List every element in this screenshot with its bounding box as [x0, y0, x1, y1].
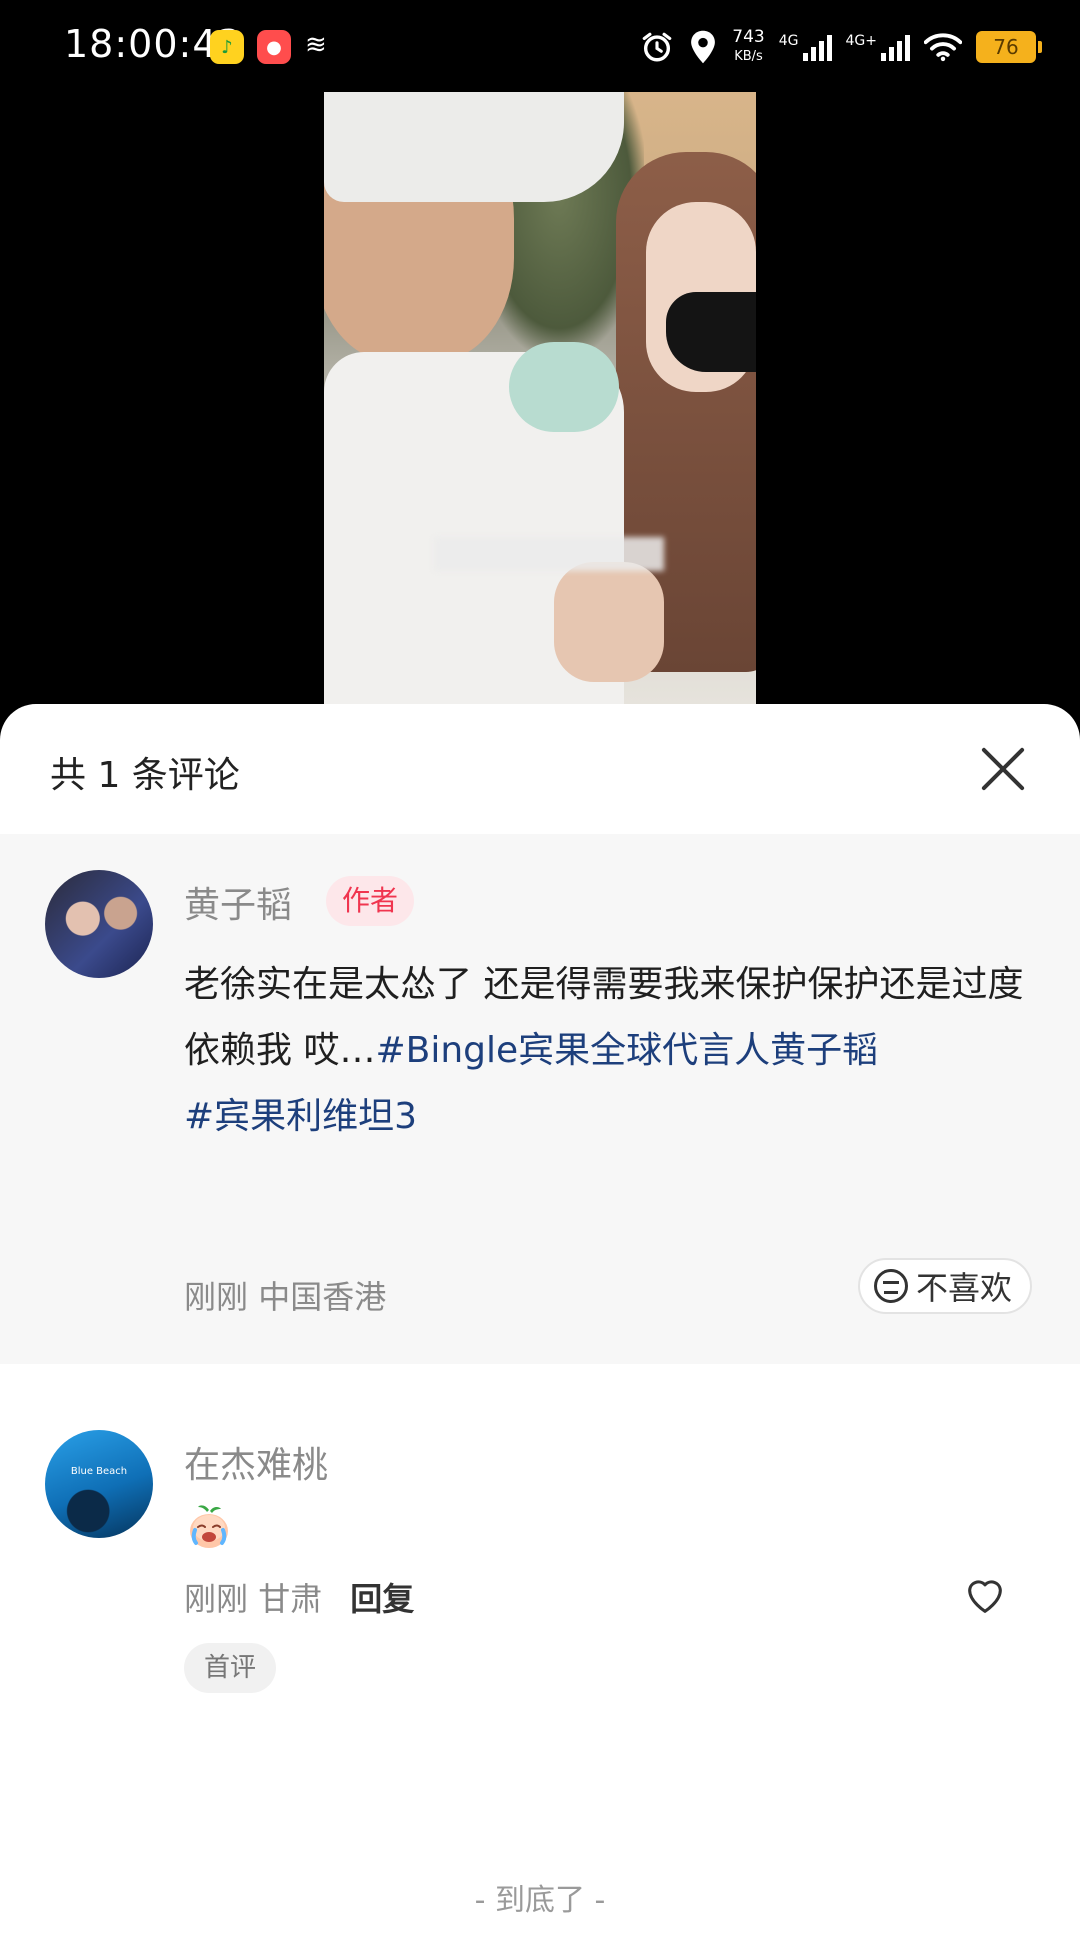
music-app-icon: ♪ — [210, 30, 244, 64]
neutral-face-icon — [873, 1269, 908, 1303]
network-speed: 743 KB/s — [732, 27, 764, 67]
comment-username[interactable]: 黄子韬 — [184, 876, 292, 928]
photo-cap — [324, 92, 624, 202]
hashtag-link[interactable]: #Bingle宾果全球代言人黄子韬 — [375, 1030, 878, 1071]
signal-bars-icon — [881, 33, 910, 61]
network-speed-unit: KB/s — [734, 49, 763, 64]
avatar-text: Blue Beach — [70, 1466, 128, 1477]
signal-bars-icon — [802, 33, 832, 61]
avatar[interactable]: Blue Beach — [45, 1430, 153, 1538]
reply-button[interactable]: 回复 — [350, 1574, 414, 1620]
comment-meta: 刚刚 中国香港 — [184, 1272, 386, 1318]
alarm-icon — [642, 32, 672, 62]
comment-time-location: 刚刚 甘肃 — [184, 1574, 322, 1620]
comment-item[interactable]: Blue Beach 在杰难桃 刚刚 甘肃 回复 首评 — [0, 1364, 1080, 1784]
comment-location: 甘肃 — [258, 1580, 323, 1618]
notification-icon: ≋ — [305, 30, 327, 60]
video-thumbnail[interactable] — [324, 92, 756, 704]
comment-time: 刚刚 — [184, 1278, 249, 1316]
comment-username[interactable]: 在杰难桃 — [184, 1436, 328, 1488]
close-icon[interactable] — [978, 744, 1028, 794]
comment-item-author[interactable]: 黄子韬 作者 老徐实在是太怂了 还是得需要我来保护保护还是过度依赖我 哎…#Bi… — [0, 834, 1080, 1364]
comment-text: 老徐实在是太怂了 还是得需要我来保护保护还是过度依赖我 哎…#Bingle宾果全… — [184, 952, 1024, 1150]
photo-scrunchie — [509, 342, 619, 432]
hashtag-link[interactable]: #宾果利维坦3 — [184, 1096, 417, 1137]
dislike-button[interactable]: 不喜欢 — [857, 1258, 1032, 1314]
photo-hand — [554, 562, 664, 682]
sim2-label: 4G+ — [845, 33, 878, 49]
comment-time: 刚刚 — [184, 1580, 249, 1618]
comment-meta: 刚刚 甘肃 回复 — [184, 1574, 414, 1620]
status-bar: 18:00:43 ♪ ● ≋ 743 KB/s 4G 4G+ 76 — [0, 0, 1080, 92]
sheet-header: 共 1 条评论 — [0, 704, 1080, 834]
comment-sheet: 共 1 条评论 黄子韬 作者 老徐实在是太怂了 还是得需要我来保护保护还是过度依… — [0, 704, 1080, 1953]
author-badge: 作者 — [326, 876, 415, 926]
network-speed-value: 743 — [732, 27, 765, 47]
battery-indicator: 76 — [976, 31, 1042, 63]
crying-peach-emoji — [190, 1505, 228, 1548]
first-comment-badge: 首评 — [184, 1643, 277, 1693]
comment-location: 中国香港 — [258, 1278, 387, 1316]
status-right: 743 KB/s 4G 4G+ 76 — [640, 20, 1042, 74]
sim1-label: 4G — [778, 33, 799, 49]
sim1-signal: 4G — [779, 33, 832, 61]
heart-icon[interactable] — [962, 1572, 1008, 1618]
photo-blurred-area — [434, 537, 664, 571]
wifi-icon — [924, 33, 962, 62]
dislike-label: 不喜欢 — [915, 1269, 1012, 1307]
kuaishou-app-icon: ● — [257, 30, 291, 64]
avatar[interactable] — [45, 870, 153, 978]
comment-count-title: 共 1 条评论 — [50, 755, 240, 796]
sim2-signal: 4G+ — [845, 33, 910, 61]
end-of-list-text: - 到底了 - — [474, 1883, 606, 1918]
location-icon — [691, 30, 716, 64]
photo-mask — [666, 292, 756, 372]
